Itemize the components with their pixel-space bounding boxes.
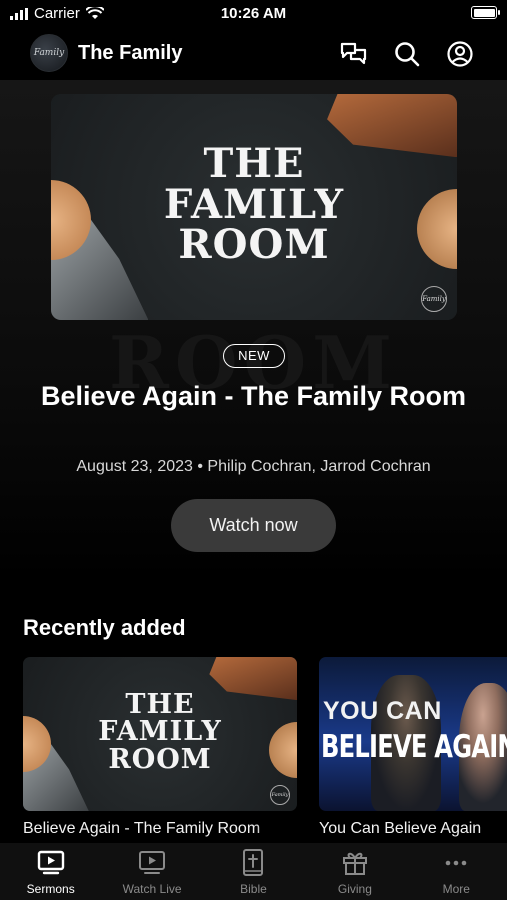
recently-added-title: Recently added [23, 615, 186, 640]
tab-bar: Sermons Watch Live Bible Giving More [0, 843, 507, 900]
hero-artwork[interactable]: THE FAMILY ROOM Family [51, 94, 457, 320]
tab-label: Watch Live [122, 882, 182, 896]
chat-bubbles-icon[interactable] [339, 40, 367, 68]
artwork-family-room: THE FAMILY ROOM Family [23, 657, 297, 811]
status-time: 10:26 AM [220, 5, 287, 22]
tv-play-icon [37, 850, 64, 875]
tab-bible[interactable]: Bible [203, 843, 304, 900]
gift-icon [342, 852, 367, 875]
artwork-family-mark: Family [270, 785, 290, 805]
account-icon[interactable] [446, 40, 474, 68]
battery-icon [471, 6, 500, 19]
app-header: Family The Family [0, 30, 507, 78]
church-logo[interactable]: Family [30, 34, 68, 72]
watch-now-button[interactable]: Watch now [171, 499, 336, 552]
tab-label: Giving [337, 882, 372, 896]
more-dots-icon [445, 860, 467, 866]
artwork-line: ROOM [178, 221, 330, 269]
recent-item-card[interactable]: YOU CAN BELIEVE AGAIN [319, 657, 507, 811]
artwork-family-mark: Family [421, 286, 447, 312]
artwork-line: ROOM [108, 743, 212, 775]
tab-giving[interactable]: Giving [304, 843, 405, 900]
artwork-line: BELIEVE AGAIN [321, 729, 507, 765]
tab-label: More [442, 882, 470, 896]
live-tv-icon [139, 851, 166, 874]
artwork-line: THE [125, 688, 195, 720]
new-badge: NEW [223, 344, 285, 368]
bible-icon [243, 849, 264, 876]
tab-label: Sermons [26, 882, 75, 896]
status-bar: Carrier 10:26 AM [0, 0, 507, 28]
artwork-line: FAMILY [163, 180, 345, 228]
hero-meta: August 23, 2023 • Philip Cochran, Jarrod… [76, 458, 431, 475]
recent-item-label[interactable]: You Can Believe Again [319, 820, 481, 838]
recent-item-label[interactable]: Believe Again - The Family Room [23, 820, 293, 838]
logo-text: Family [33, 48, 65, 58]
search-icon[interactable] [393, 40, 421, 68]
tab-label: Bible [240, 882, 267, 896]
app-title: The Family [78, 42, 183, 64]
artwork-line: FAMILY [98, 716, 222, 748]
artwork-line: THE [203, 139, 305, 187]
tab-more[interactable]: More [406, 843, 507, 900]
artwork-title: THE FAMILY ROOM [51, 139, 457, 269]
artwork-title: THE FAMILY ROOM [23, 691, 297, 774]
artwork-mark-text: Family [271, 792, 289, 798]
recent-item-card[interactable]: THE FAMILY ROOM Family [23, 657, 297, 811]
tab-watch-live[interactable]: Watch Live [101, 843, 202, 900]
battery-fill [473, 8, 495, 17]
tab-sermons[interactable]: Sermons [0, 843, 101, 900]
hero-title: Believe Again - The Family Room [40, 381, 467, 411]
artwork-family-room: THE FAMILY ROOM Family [51, 94, 457, 320]
artwork-line: YOU CAN [323, 697, 442, 725]
artwork-mark-text: Family [422, 295, 446, 303]
